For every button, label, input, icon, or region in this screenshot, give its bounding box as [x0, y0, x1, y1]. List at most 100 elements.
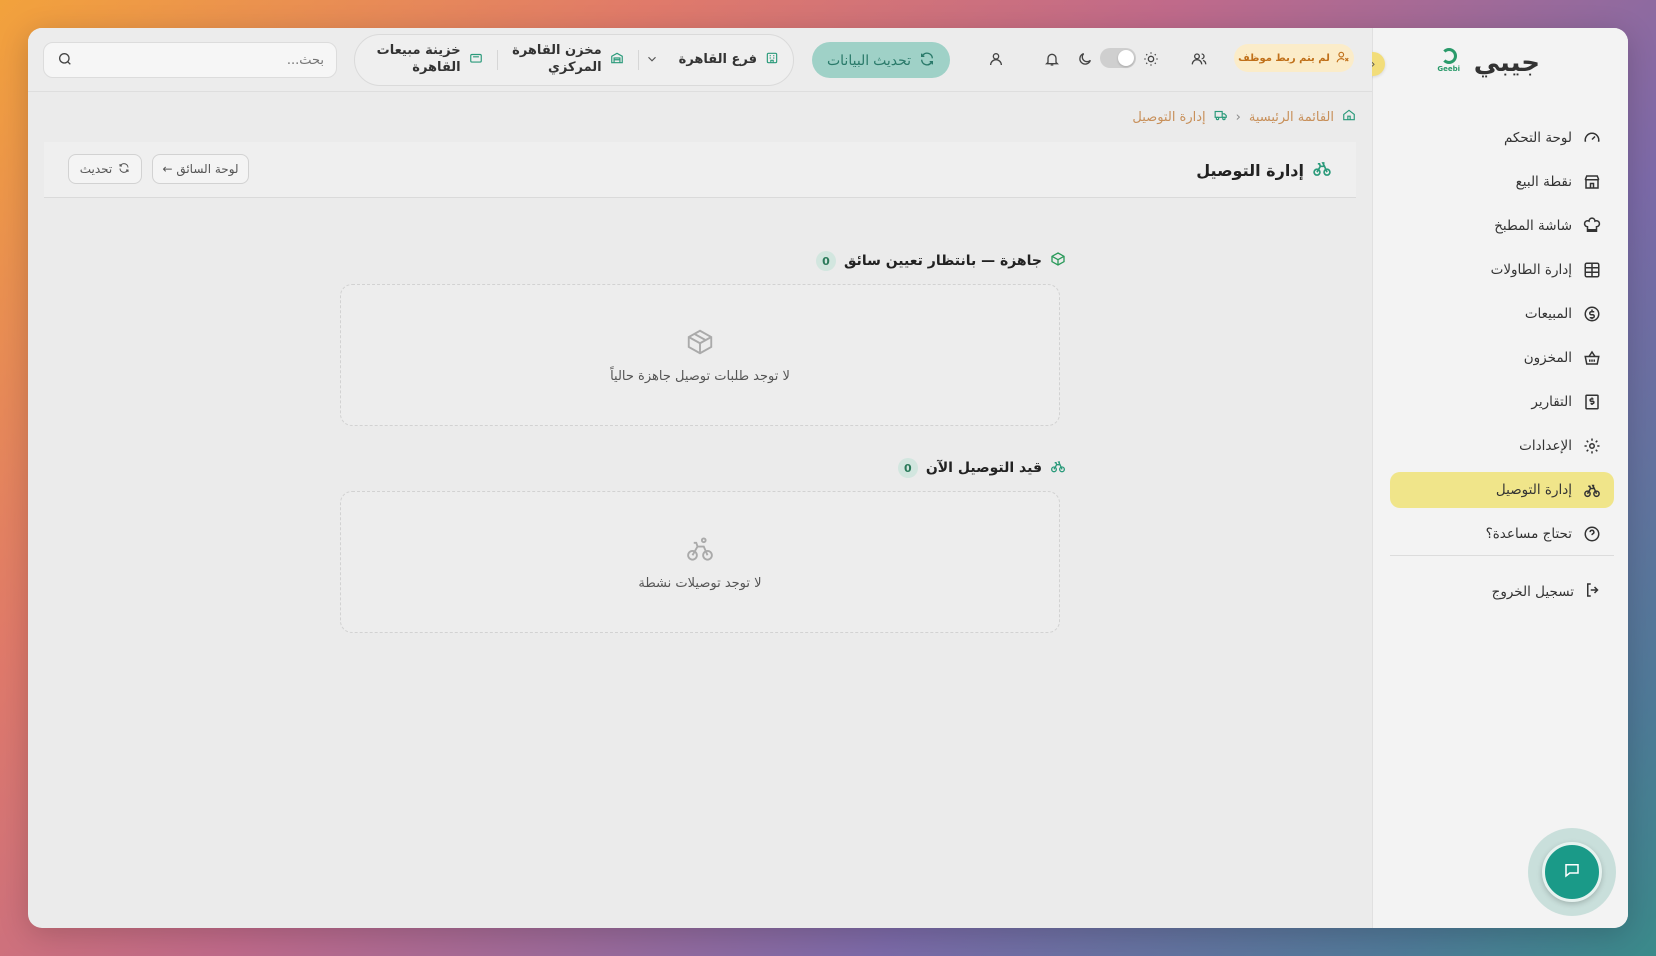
employee-badge-label: لم يتم ربط موظف [1238, 52, 1330, 64]
brand-logo-icon: Geebi [1436, 48, 1462, 78]
branch-name: فرع القاهرة [678, 51, 757, 67]
sidebar-item-label: شاشة المطبخ [1494, 218, 1572, 234]
brand: جيبي Geebi [1436, 48, 1540, 78]
bike-icon [1582, 480, 1602, 500]
pill-divider [496, 50, 498, 70]
main-content: القائمة الرئيسية ‹ إدارة التوصيل إدارة ا… [44, 92, 1356, 928]
cash-register-icon [469, 51, 483, 69]
dollar-circle-icon [1582, 304, 1602, 324]
in-delivery-section-title: قيد التوصيل الآن 0 [897, 458, 1066, 478]
search-icon [56, 51, 73, 69]
logout-button[interactable]: تسجيل الخروج [1390, 574, 1614, 610]
page-title: إدارة التوصيل [1196, 158, 1332, 182]
sidebar-item-kitchen[interactable]: شاشة المطبخ [1390, 208, 1614, 244]
chevron-left-icon: ‹ [1235, 109, 1241, 125]
home-icon[interactable] [1342, 108, 1356, 126]
in-delivery-empty-text: لا توجد توصيلات نشطة [638, 575, 762, 591]
brand-name: جيبي [1473, 48, 1540, 78]
branch-segment[interactable]: فرع القاهرة [665, 51, 793, 69]
bike-icon [1050, 458, 1066, 478]
sidebar-divider [1390, 555, 1614, 556]
users-icon[interactable] [1188, 48, 1210, 70]
sidebar-item-label: الإعدادات [1519, 438, 1572, 454]
branch-selector[interactable]: فرع القاهرة مخزن القاهرة المركزي خزينة م… [354, 34, 794, 86]
moon-icon[interactable] [1074, 48, 1096, 70]
refresh-icon [919, 51, 935, 70]
receipt-icon [1582, 392, 1602, 412]
app-window: ‹ جيبي Geebi لوحة التحكم نقطة البيع شاشة… [28, 28, 1628, 928]
user-link-icon [1336, 50, 1350, 67]
sun-icon[interactable] [1140, 48, 1162, 70]
sidebar-item-label: تحتاج مساعدة؟ [1485, 526, 1572, 542]
breadcrumb-current: إدارة التوصيل [1132, 109, 1206, 125]
sidebar-item-reports[interactable]: التقارير [1390, 384, 1614, 420]
page-header: إدارة التوصيل لوحة السائق ← تحديث [44, 142, 1356, 198]
in-delivery-empty-state: لا توجد توصيلات نشطة [340, 491, 1060, 633]
basket-icon [1582, 348, 1602, 368]
sidebar-nav: لوحة التحكم نقطة البيع شاشة المطبخ إدارة… [1390, 120, 1614, 560]
sidebar-item-label: المخزون [1523, 350, 1572, 366]
building-icon [765, 51, 779, 69]
bike-icon [685, 534, 715, 568]
pill-divider [637, 50, 639, 70]
logout-icon [1584, 581, 1602, 603]
sidebar-item-help[interactable]: تحتاج مساعدة؟ [1390, 516, 1614, 552]
chef-hat-icon [1582, 216, 1602, 236]
search-box[interactable] [43, 42, 337, 78]
search-input[interactable] [72, 52, 324, 68]
refresh-label: تحديث [79, 162, 113, 176]
sidebar-item-sales[interactable]: المبيعات [1390, 296, 1614, 332]
ready-section-title: جاهزة — بانتظار تعيين سائق 0 [815, 251, 1066, 271]
warehouse-name: مخزن القاهرة المركزي [512, 43, 602, 75]
bell-icon[interactable] [1041, 48, 1063, 70]
ready-title-text: جاهزة — بانتظار تعيين سائق [843, 253, 1042, 269]
refresh-button[interactable]: تحديث [68, 154, 142, 184]
gauge-icon [1582, 128, 1602, 148]
table-grid-icon [1582, 260, 1602, 280]
refresh-data-label: تحديث البيانات [826, 51, 912, 68]
sidebar-item-tables[interactable]: إدارة الطاولات [1390, 252, 1614, 288]
driver-board-button[interactable]: لوحة السائق ← [152, 154, 249, 184]
sidebar-item-settings[interactable]: الإعدادات [1390, 428, 1614, 464]
breadcrumb-home[interactable]: القائمة الرئيسية [1249, 110, 1334, 125]
package-icon [685, 327, 715, 361]
sidebar-item-label: إدارة التوصيل [1495, 482, 1572, 498]
top-header: فرع القاهرة مخزن القاهرة المركزي خزينة م… [28, 28, 1372, 92]
truck-icon [1214, 108, 1228, 126]
sidebar-item-dashboard[interactable]: لوحة التحكم [1390, 120, 1614, 156]
sidebar-item-label: التقارير [1531, 394, 1572, 410]
chevron-down-icon[interactable] [639, 51, 665, 70]
package-icon [1050, 251, 1066, 271]
warehouse-icon [610, 51, 624, 69]
warehouse-segment[interactable]: مخزن القاهرة المركزي [498, 43, 638, 77]
ready-count-badge: 0 [815, 251, 836, 271]
sidebar-item-label: نقطة البيع [1515, 174, 1572, 190]
chat-bubble-icon [1563, 861, 1581, 883]
sidebar-item-label: المبيعات [1524, 306, 1572, 322]
help-circle-icon [1582, 524, 1602, 544]
chat-button[interactable] [1542, 842, 1602, 902]
refresh-data-button[interactable]: تحديث البيانات [812, 42, 950, 78]
treasury-segment[interactable]: خزينة مبيعات القاهرة [357, 43, 497, 77]
sidebar-item-delivery[interactable]: إدارة التوصيل [1390, 472, 1614, 508]
sidebar-item-pos[interactable]: نقطة البيع [1390, 164, 1614, 200]
bike-icon [1312, 158, 1332, 182]
employee-link-badge[interactable]: لم يتم ربط موظف [1234, 44, 1354, 72]
chat-fab-ring [1528, 828, 1616, 916]
ready-empty-state: لا توجد طلبات توصيل جاهزة حالياً [340, 284, 1060, 426]
sidebar-item-label: إدارة الطاولات [1490, 262, 1572, 278]
sidebar-item-label: لوحة التحكم [1503, 130, 1572, 146]
ready-empty-text: لا توجد طلبات توصيل جاهزة حالياً [610, 368, 790, 384]
store-icon [1582, 172, 1602, 192]
user-icon[interactable] [985, 48, 1007, 70]
toggle-knob [1118, 50, 1134, 66]
refresh-icon [118, 162, 130, 177]
sidebar: ‹ جيبي Geebi لوحة التحكم نقطة البيع شاشة… [1361, 28, 1628, 928]
treasury-name: خزينة مبيعات القاهرة [376, 43, 461, 75]
theme-toggle[interactable] [1100, 48, 1136, 68]
driver-board-label: لوحة السائق ← [162, 162, 239, 176]
in-delivery-count-badge: 0 [897, 458, 918, 478]
breadcrumb: القائمة الرئيسية ‹ إدارة التوصيل [1132, 108, 1356, 126]
sidebar-item-inventory[interactable]: المخزون [1390, 340, 1614, 376]
brand-logo-text: Geebi [1437, 65, 1461, 73]
